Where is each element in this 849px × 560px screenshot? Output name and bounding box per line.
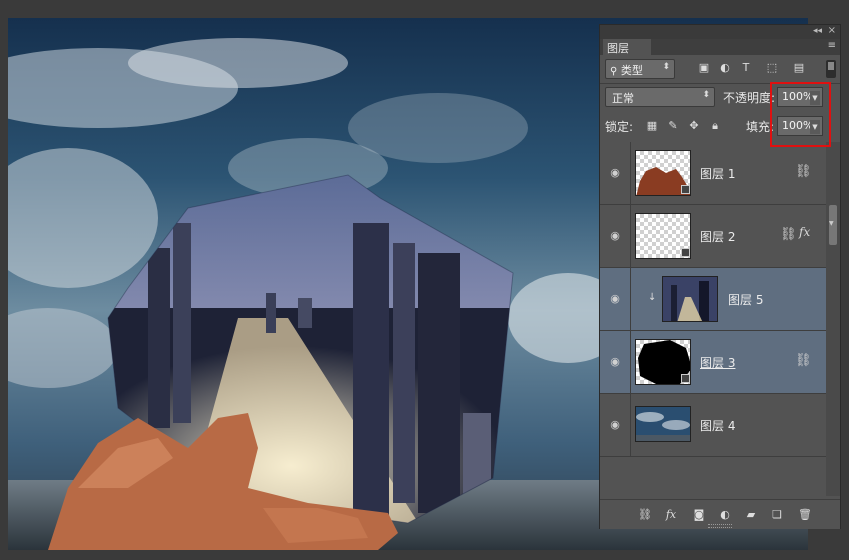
opacity-label: 不透明度:: [723, 91, 776, 105]
layer-row[interactable]: ◉ 图层 3 ⛓︎: [600, 331, 826, 394]
layers-bottom-toolbar: ⛓︎ fx ◙ ◐ ▰ ❏ 🗑︎: [600, 499, 840, 529]
panel-title-strip[interactable]: ◂◂ ×: [600, 25, 840, 39]
city-thumbnail: [663, 277, 717, 321]
scroll-up-arrow-icon[interactable]: ▼: [829, 220, 837, 230]
lock-transparent-pixels-icon[interactable]: ▦: [645, 119, 659, 133]
lock-image-pixels-icon[interactable]: ✎: [666, 119, 680, 133]
trash-icon[interactable]: 🗑︎: [798, 508, 812, 522]
fx-icon[interactable]: fx: [799, 225, 810, 239]
divider: [630, 205, 631, 268]
divider: [630, 268, 631, 331]
divider: [630, 331, 631, 394]
adjustment-layer-icon[interactable]: ◐: [718, 508, 732, 522]
layer-thumbnail: [635, 406, 691, 442]
clipping-mask-arrow-icon: ↓: [648, 292, 657, 303]
layer-thumbnail: [662, 276, 718, 322]
layer-row[interactable]: ◉ ↓ 图层 5: [600, 268, 826, 331]
link-icon[interactable]: ⛓︎: [795, 164, 812, 179]
filter-toggle-switch[interactable]: [826, 60, 836, 78]
visibility-eye-icon[interactable]: ◉: [608, 229, 622, 242]
panel-menu-icon[interactable]: ≡: [828, 40, 836, 51]
layers-scrollbar[interactable]: [826, 142, 840, 496]
new-layer-icon[interactable]: ❏: [770, 508, 784, 522]
sky-thumbnail: [636, 407, 690, 441]
layer-name[interactable]: 图层 3: [700, 354, 735, 371]
link-icon[interactable]: ⛓︎: [780, 227, 797, 242]
smart-object-badge-icon: [681, 185, 690, 194]
lock-all-icon[interactable]: 🔒︎: [708, 119, 722, 133]
highlight-annotation-box: [770, 82, 831, 147]
layer-name[interactable]: 图层 5: [728, 291, 763, 308]
layer-name[interactable]: 图层 4: [700, 417, 735, 434]
new-group-icon[interactable]: ▰: [744, 508, 758, 522]
collapse-arrows-icon[interactable]: ◂◂: [813, 26, 822, 36]
visibility-eye-icon[interactable]: ◉: [608, 355, 622, 368]
smart-object-filter-icon[interactable]: ▤: [792, 61, 806, 75]
shape-filter-icon[interactable]: ⬚: [765, 61, 779, 75]
close-icon[interactable]: ×: [828, 25, 836, 36]
layer-row[interactable]: ◉ 图层 1 ⛓︎: [600, 142, 826, 205]
photoshop-workspace: ◂◂ × 图层 ≡ ⚲ 类型 ⬍ ▣ ◐ T ⬚ ▤ 正常 ⬍ 不透明度: 10…: [0, 0, 849, 560]
dropdown-arrow-icon: ⬍: [702, 90, 710, 100]
lock-label: 锁定:: [605, 120, 634, 134]
smart-object-badge-icon: [681, 374, 690, 383]
blend-mode-value: 正常: [612, 92, 634, 105]
adjustment-filter-icon[interactable]: ◐: [718, 61, 732, 75]
divider: [630, 394, 631, 457]
panel-tab-strip: 图层 ≡: [600, 39, 840, 55]
layer-row[interactable]: ◉ 图层 4: [600, 394, 826, 457]
link-icon[interactable]: ⛓︎: [795, 353, 812, 368]
fx-icon[interactable]: fx: [664, 508, 678, 522]
tab-layers[interactable]: 图层: [603, 39, 651, 55]
image-filter-icon[interactable]: ▣: [697, 61, 711, 75]
layer-row[interactable]: ◉ 图层 2 ⛓︎ fx: [600, 205, 826, 268]
search-icon: ⚲: [610, 66, 618, 77]
dropdown-arrow-icon: ⬍: [662, 62, 670, 72]
layer-name[interactable]: 图层 1: [700, 165, 735, 182]
link-layers-icon[interactable]: ⛓︎: [638, 508, 652, 522]
smart-object-badge-icon: [681, 248, 690, 257]
visibility-eye-icon[interactable]: ◉: [608, 292, 622, 305]
filter-kind-dropdown[interactable]: ⚲ 类型 ⬍: [605, 59, 675, 79]
add-mask-icon[interactable]: ◙: [692, 508, 706, 522]
filter-kind-label: 类型: [620, 64, 643, 77]
divider: [630, 142, 631, 205]
type-filter-icon[interactable]: T: [739, 61, 753, 75]
visibility-eye-icon[interactable]: ◉: [608, 166, 622, 179]
lock-position-icon[interactable]: ✥: [687, 119, 701, 133]
resize-grip[interactable]: [708, 524, 732, 528]
blend-mode-dropdown[interactable]: 正常 ⬍: [605, 87, 715, 107]
visibility-eye-icon[interactable]: ◉: [608, 418, 622, 431]
layer-name[interactable]: 图层 2: [700, 228, 735, 245]
layers-list: ◉ 图层 1 ⛓︎ ◉ 图层 2 ⛓︎ fx ◉ ↓ 图层 5 ◉ 图层 3 ⛓…: [600, 142, 826, 496]
